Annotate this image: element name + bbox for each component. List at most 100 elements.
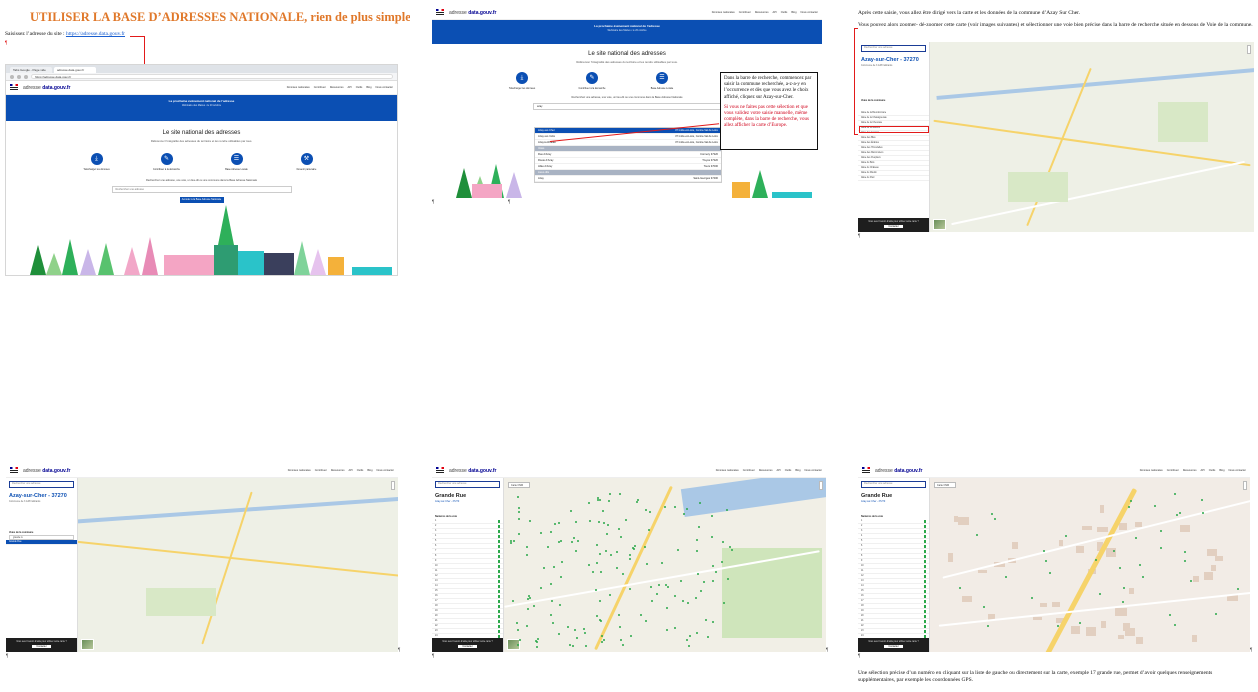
address-point[interactable] — [517, 510, 520, 513]
site-brand[interactable]: adresse data.gouv.fr — [23, 85, 70, 91]
address-point[interactable] — [622, 573, 625, 576]
address-point[interactable] — [510, 539, 513, 542]
map-search-input[interactable]: Rechercher une adresse — [861, 481, 926, 488]
address-point[interactable] — [598, 619, 601, 622]
address-point[interactable] — [628, 553, 631, 556]
address-point[interactable] — [986, 624, 989, 627]
back-icon[interactable] — [10, 74, 14, 79]
address-point[interactable] — [588, 502, 591, 505]
address-point[interactable] — [560, 539, 563, 542]
address-point[interactable] — [711, 564, 714, 567]
address-point[interactable] — [696, 538, 699, 541]
address-point[interactable] — [625, 518, 628, 521]
address-point[interactable] — [575, 549, 578, 552]
address-point[interactable] — [651, 599, 654, 602]
menu-item[interactable]: Données nationales — [287, 86, 310, 89]
address-point[interactable] — [1142, 575, 1145, 578]
address-point[interactable] — [697, 526, 700, 529]
site-brand[interactable]: adresse data.gouv.fr — [449, 468, 496, 474]
address-point[interactable] — [1178, 511, 1181, 514]
address-point[interactable] — [599, 599, 602, 602]
service-partner[interactable]: ⚒Devenir partenaire — [287, 153, 327, 171]
address-search-input[interactable]: Rechercher une adresse — [111, 186, 292, 193]
address-point[interactable] — [588, 564, 591, 567]
address-point[interactable] — [1135, 537, 1138, 540]
address-point[interactable] — [596, 543, 599, 546]
address-point[interactable] — [1153, 505, 1156, 508]
service-bal[interactable]: ☰ Base Adresse Locale — [217, 153, 257, 171]
address-point[interactable] — [682, 600, 685, 603]
address-point[interactable] — [1189, 580, 1192, 583]
address-point[interactable] — [1121, 601, 1124, 604]
service-contribute[interactable]: ✎ Contribuer à la démarche — [147, 153, 187, 171]
address-point[interactable] — [634, 544, 637, 547]
address-point[interactable] — [518, 517, 521, 520]
address-point[interactable] — [600, 640, 603, 643]
address-point[interactable] — [1214, 612, 1217, 615]
address-point[interactable] — [618, 528, 621, 531]
zoom-control[interactable] — [819, 481, 823, 490]
address-point[interactable] — [529, 519, 532, 522]
address-point[interactable] — [666, 628, 669, 631]
map-search-input[interactable]: Rechercher une adresse — [9, 481, 74, 488]
browser-tab[interactable]: Tabs Google - Page vide — [10, 67, 52, 73]
address-point[interactable] — [1057, 624, 1059, 627]
browser-tab-active[interactable]: adresse.data.gouv.fr — [54, 67, 96, 73]
address-point[interactable] — [575, 521, 578, 524]
site-brand[interactable]: adresse data.gouv.fr — [449, 10, 496, 16]
address-point[interactable] — [673, 627, 676, 630]
menu-item[interactable]: Contribuer — [739, 11, 751, 14]
menu-item[interactable]: Outils — [781, 11, 788, 14]
address-point[interactable] — [631, 546, 634, 549]
address-point[interactable] — [674, 594, 677, 597]
suggestion-row[interactable]: Azay Saint-Georges 37400 — [535, 176, 721, 182]
address-point[interactable] — [1138, 563, 1141, 566]
address-point[interactable] — [608, 493, 611, 496]
address-point[interactable] — [576, 539, 579, 542]
menu-item[interactable]: Nous contacter — [376, 86, 393, 89]
address-point[interactable] — [629, 557, 632, 560]
voie-result[interactable]: Grande Rue — [6, 540, 77, 545]
address-point[interactable] — [596, 562, 599, 565]
address-point[interactable] — [518, 532, 521, 535]
reload-icon[interactable] — [24, 74, 28, 79]
address-point[interactable] — [518, 638, 521, 641]
menu-item[interactable]: Ressources — [755, 11, 769, 14]
address-point[interactable] — [1030, 596, 1033, 599]
address-point[interactable] — [560, 560, 563, 563]
address-point[interactable] — [720, 560, 723, 563]
address-point[interactable] — [1004, 575, 1007, 578]
address-point[interactable] — [606, 524, 609, 527]
address-point[interactable] — [958, 587, 961, 590]
address-point[interactable] — [991, 512, 994, 515]
map-view[interactable]: Rechercher une adresse Azay-sur-Cher - 3… — [6, 478, 398, 652]
address-point[interactable] — [1094, 559, 1097, 562]
address-point[interactable] — [663, 505, 666, 508]
intro-link[interactable]: https://adresse.data.gouv.fr — [66, 31, 125, 37]
access-ban-button[interactable]: Accéder à la Base Adresse Nationale — [179, 197, 224, 203]
address-point[interactable] — [619, 638, 622, 641]
address-point[interactable] — [549, 582, 552, 585]
address-point[interactable] — [674, 506, 677, 509]
address-point[interactable] — [728, 545, 731, 548]
address-point[interactable] — [1064, 534, 1067, 537]
address-point[interactable] — [600, 571, 603, 574]
address-point[interactable] — [540, 532, 543, 535]
address-point[interactable] — [712, 620, 715, 623]
address-point[interactable] — [698, 501, 701, 504]
address-point[interactable] — [1184, 551, 1187, 553]
address-point[interactable] — [557, 521, 560, 524]
address-point[interactable] — [543, 567, 546, 570]
address-point[interactable] — [591, 570, 594, 573]
address-point[interactable] — [994, 517, 997, 520]
address-point[interactable] — [685, 639, 688, 642]
address-point[interactable] — [615, 566, 618, 569]
address-point[interactable] — [550, 531, 553, 534]
voie-list-item[interactable]: Allée du Parc — [858, 176, 929, 181]
address-point[interactable] — [1237, 588, 1240, 591]
zoom-control[interactable] — [391, 481, 395, 490]
address-point[interactable] — [609, 594, 612, 597]
site-brand[interactable]: adresse data.gouv.fr — [23, 468, 70, 474]
address-point[interactable] — [513, 540, 516, 543]
address-point[interactable] — [711, 514, 714, 517]
